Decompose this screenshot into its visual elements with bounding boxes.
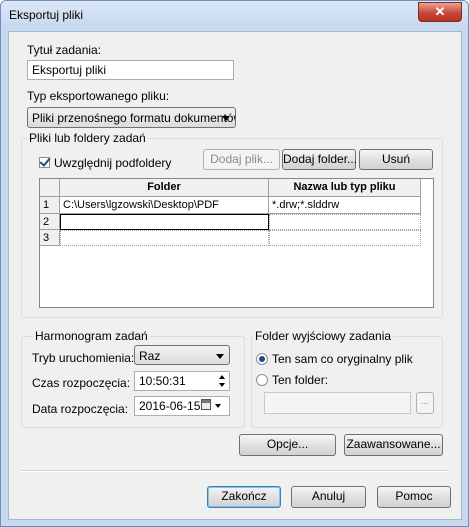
same-as-original-label: Ten sam co oryginalny plik bbox=[272, 352, 413, 366]
chevron-down-icon[interactable] bbox=[215, 404, 221, 408]
output-folder-input[interactable] bbox=[264, 392, 411, 414]
include-subfolders-checkbox[interactable] bbox=[39, 155, 51, 168]
chevron-down-icon bbox=[216, 354, 224, 359]
row-number: 1 bbox=[40, 197, 60, 214]
close-button[interactable]: ✕ bbox=[418, 2, 462, 22]
advanced-button[interactable]: Zaawansowane... bbox=[344, 434, 443, 456]
row-number: 3 bbox=[40, 230, 60, 246]
table-cell-folder[interactable] bbox=[60, 230, 269, 246]
cancel-button[interactable]: Anuluj bbox=[291, 486, 366, 508]
task-title-label: Tytuł zadania: bbox=[27, 43, 102, 57]
output-folder-group-title: Folder wyjściowy zadania bbox=[253, 329, 394, 343]
start-time-label: Czas rozpoczęcia: bbox=[32, 376, 131, 390]
files-group-title: Pliki lub foldery zadań bbox=[27, 131, 148, 145]
calendar-icon[interactable] bbox=[201, 399, 211, 410]
table-cell-folder[interactable] bbox=[60, 214, 269, 230]
add-folder-button[interactable]: Dodaj folder... bbox=[282, 149, 357, 170]
file-type-select[interactable]: Pliki przenośnego formatu dokumentów bbox=[27, 107, 236, 128]
run-mode-select[interactable]: Raz bbox=[134, 345, 230, 365]
spin-up-icon[interactable] bbox=[219, 375, 225, 379]
dialog-client-area: Tytuł zadania: Eksportuj pliki Typ ekspo… bbox=[8, 31, 462, 520]
export-files-window: Eksportuj pliki ✕ Tytuł zadania: Eksport… bbox=[0, 0, 469, 527]
browse-button[interactable]: ... bbox=[416, 392, 434, 414]
chevron-down-icon bbox=[222, 116, 230, 121]
files-table[interactable]: Folder Nazwa lub typ pliku 1 C:\Users\lg… bbox=[39, 178, 434, 308]
start-date-label: Data rozpoczęcia: bbox=[32, 402, 129, 416]
finish-button[interactable]: Zakończ bbox=[207, 486, 281, 508]
this-folder-label: Ten folder: bbox=[272, 373, 329, 387]
table-cell-folder[interactable]: C:\Users\lgzowski\Desktop\PDF bbox=[60, 197, 269, 214]
radio-dot bbox=[259, 356, 265, 362]
table-cell-name[interactable] bbox=[269, 214, 421, 230]
time-spinner[interactable] bbox=[216, 372, 229, 390]
run-mode-value: Raz bbox=[139, 349, 161, 363]
start-date-value: 2016-06-15 bbox=[139, 399, 201, 413]
options-button[interactable]: Opcje... bbox=[239, 434, 336, 456]
table-cell-name[interactable] bbox=[269, 230, 421, 246]
separator bbox=[21, 470, 449, 472]
column-header-folder[interactable]: Folder bbox=[60, 179, 269, 197]
include-subfolders-label: Uwzględnij podfoldery bbox=[54, 156, 172, 170]
file-type-label: Typ eksportowanego pliku: bbox=[27, 89, 170, 103]
window-title: Eksportuj pliki bbox=[9, 8, 84, 22]
help-button[interactable]: Pomoc bbox=[377, 486, 451, 508]
schedule-group-title: Harmonogram zadań bbox=[33, 329, 150, 343]
title-bar[interactable]: Eksportuj pliki ✕ bbox=[1, 1, 468, 29]
task-title-input[interactable]: Eksportuj pliki bbox=[27, 60, 234, 80]
same-as-original-radio[interactable] bbox=[256, 353, 268, 365]
this-folder-radio[interactable] bbox=[256, 374, 268, 386]
run-mode-label: Tryb uruchomienia: bbox=[32, 351, 135, 365]
row-number: 2 bbox=[40, 214, 60, 230]
file-type-value: Pliki przenośnego formatu dokumentów bbox=[32, 111, 236, 125]
start-time-value: 10:50:31 bbox=[139, 374, 186, 388]
add-file-button[interactable]: Dodaj plik... bbox=[203, 149, 280, 170]
remove-button[interactable]: Usuń bbox=[359, 149, 433, 170]
checkmark-icon bbox=[39, 155, 51, 167]
table-cell-name[interactable]: *.drw;*.slddrw bbox=[269, 197, 421, 214]
spin-down-icon[interactable] bbox=[219, 383, 225, 387]
column-header-name[interactable]: Nazwa lub typ pliku bbox=[269, 179, 421, 197]
table-corner bbox=[40, 179, 60, 197]
